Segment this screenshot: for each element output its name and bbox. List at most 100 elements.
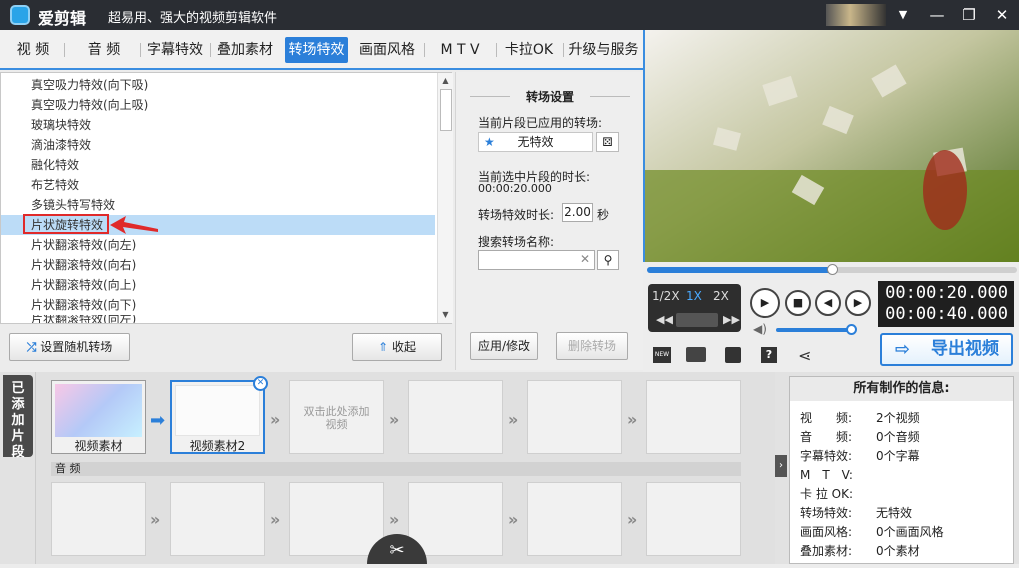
delete-transition-button[interactable]: 删除转场: [556, 332, 628, 360]
list-actions: ⤮ 设置随机转场 ⇑ 收起: [0, 326, 455, 370]
step-back-icon[interactable]: ◀◀: [656, 313, 673, 326]
empty-slot[interactable]: [408, 380, 503, 454]
info-row: 字幕特效: 0个字幕: [800, 449, 920, 463]
info-row: 视 频: 2个视频: [800, 411, 920, 425]
stop-icon[interactable]: ■: [785, 290, 811, 316]
tab-karaoke[interactable]: 卡拉OK: [500, 37, 558, 63]
effect-duration-input[interactable]: 2.00: [562, 203, 593, 222]
random-transition-button[interactable]: ⤮ 设置随机转场: [9, 333, 130, 361]
list-item[interactable]: 片状翻滚特效(向右): [1, 255, 435, 275]
export-video-button[interactable]: ⇨ 导出视频: [880, 333, 1013, 366]
speed-2x[interactable]: 2X: [713, 289, 729, 303]
save-icon[interactable]: [725, 347, 741, 363]
audio-slot[interactable]: [51, 482, 146, 556]
seek-bar[interactable]: [647, 264, 1017, 275]
search-transition-input[interactable]: ✕: [478, 250, 595, 270]
empty-slot[interactable]: [527, 380, 622, 454]
preview-frame-image: [645, 30, 1019, 262]
empty-slot[interactable]: [646, 380, 741, 454]
list-item[interactable]: 真空吸力特效(向下吸): [1, 75, 435, 95]
star-icon: ★: [484, 135, 495, 149]
volume-slider[interactable]: [776, 324, 857, 335]
minimize-icon[interactable]: —: [925, 3, 949, 27]
list-item[interactable]: 滴油漆特效: [1, 135, 435, 155]
main-tabs: 视 频 音 频 字幕特效 叠加素材 转场特效 画面风格 M T V 卡拉OK 升…: [0, 30, 643, 70]
close-icon[interactable]: ✕: [990, 3, 1014, 27]
clip-thumbnail-1[interactable]: 视频素材: [51, 380, 146, 454]
search-icon[interactable]: ⚲: [597, 250, 619, 270]
audio-slot[interactable]: [527, 482, 622, 556]
project-info-panel: 所有制作的信息: 视 频: 2个视频 音 频: 0个音频 字幕特效: 0个字幕 M T…: [789, 376, 1014, 564]
tab-transition-effects[interactable]: 转场特效: [285, 37, 348, 63]
list-item[interactable]: 片状翻滚特效(向左): [1, 235, 435, 255]
audio-slot[interactable]: [289, 482, 384, 556]
chevron-icon: »: [627, 410, 638, 429]
jog-wheel[interactable]: [676, 313, 718, 327]
list-scrollbar[interactable]: ▲ ▼: [437, 73, 453, 323]
menu-dropdown-icon[interactable]: ▼: [891, 3, 915, 27]
audio-slot[interactable]: [408, 482, 503, 556]
expand-panel-icon[interactable]: ›: [775, 455, 787, 477]
tab-video[interactable]: 视 频: [6, 37, 60, 63]
volume-icon[interactable]: ◀): [753, 322, 767, 336]
chevron-icon: »: [270, 410, 281, 429]
tab-mtv[interactable]: M T V: [430, 37, 490, 63]
chevron-icon: »: [270, 510, 281, 529]
audio-slot[interactable]: [646, 482, 741, 556]
list-item[interactable]: 布艺特效: [1, 175, 435, 195]
speed-half[interactable]: 1/2X: [652, 289, 680, 303]
added-clips-tab[interactable]: 已添加片段: [3, 375, 33, 460]
audio-row-label: 音 频: [51, 462, 741, 476]
maximize-icon[interactable]: ❐: [957, 3, 981, 27]
clear-icon[interactable]: ✕: [580, 252, 590, 266]
clip-thumbnail-2[interactable]: 视频素材2 ✕: [170, 376, 268, 454]
export-icon: ⇨: [895, 339, 911, 360]
speed-1x[interactable]: 1X: [686, 289, 702, 303]
list-item[interactable]: 玻璃块特效: [1, 115, 435, 135]
list-item[interactable]: 多镜头特写特效: [1, 195, 435, 215]
audio-slot[interactable]: [170, 482, 265, 556]
video-preview[interactable]: [643, 30, 1019, 262]
app-name: 爱剪辑: [38, 9, 87, 28]
tab-subtitle-effects[interactable]: 字幕特效: [144, 37, 206, 63]
scroll-down-icon[interactable]: ▼: [438, 307, 453, 322]
added-clips-label: 已添加片段: [11, 381, 25, 460]
chevron-icon: »: [508, 510, 519, 529]
apply-modify-button[interactable]: 应用/修改: [470, 332, 538, 360]
list-item[interactable]: 片状翻滚特效(向左): [1, 315, 435, 323]
export-video-label: 导出视频: [931, 339, 999, 359]
collapse-button[interactable]: ⇑ 收起: [352, 333, 442, 361]
user-avatar[interactable]: [826, 4, 886, 26]
list-item[interactable]: 片状翻滚特效(向上): [1, 275, 435, 295]
list-item[interactable]: 融化特效: [1, 155, 435, 175]
tab-picture-style[interactable]: 画面风格: [356, 37, 418, 63]
help-icon[interactable]: ?: [761, 347, 777, 363]
remove-clip-icon[interactable]: ✕: [253, 376, 268, 391]
list-item[interactable]: 真空吸力特效(向上吸): [1, 95, 435, 115]
volume-handle[interactable]: [846, 324, 857, 335]
new-file-icon[interactable]: NEW: [653, 347, 671, 363]
step-forward-icon[interactable]: ▶▶: [723, 313, 740, 326]
seek-handle[interactable]: [827, 264, 838, 275]
transition-arrow-icon[interactable]: ➡: [150, 410, 165, 431]
list-item[interactable]: 片状翻滚特效(向下): [1, 295, 435, 315]
tab-audio[interactable]: 音 频: [74, 37, 134, 63]
add-video-slot[interactable]: 双击此处添加视频: [289, 380, 384, 454]
chevron-icon: »: [508, 410, 519, 429]
prev-frame-icon[interactable]: ◀: [815, 290, 841, 316]
dice-icon[interactable]: ⚄: [596, 132, 619, 152]
clip-label-1: 视频素材: [74, 439, 123, 453]
next-frame-icon[interactable]: ▶: [845, 290, 871, 316]
transition-settings-panel: 转场设置 当前片段已应用的转场: ★ 无特效 ⚄ 当前选中片段的时长: 00:0…: [455, 72, 643, 370]
open-folder-icon[interactable]: [686, 347, 706, 362]
play-icon[interactable]: ▶: [750, 288, 780, 318]
scroll-up-icon[interactable]: ▲: [438, 73, 453, 88]
tab-upgrade-service[interactable]: 升级与服务: [566, 37, 641, 63]
collapse-label: 收起: [391, 340, 416, 354]
chevron-icon: »: [389, 510, 400, 529]
info-row: 转场特效: 无特效: [800, 506, 913, 520]
tab-overlay[interactable]: 叠加素材: [214, 37, 276, 63]
applied-transition-field: ★ 无特效: [478, 132, 593, 152]
share-icon[interactable]: ⋖: [798, 346, 811, 365]
scroll-thumb[interactable]: [440, 89, 452, 131]
